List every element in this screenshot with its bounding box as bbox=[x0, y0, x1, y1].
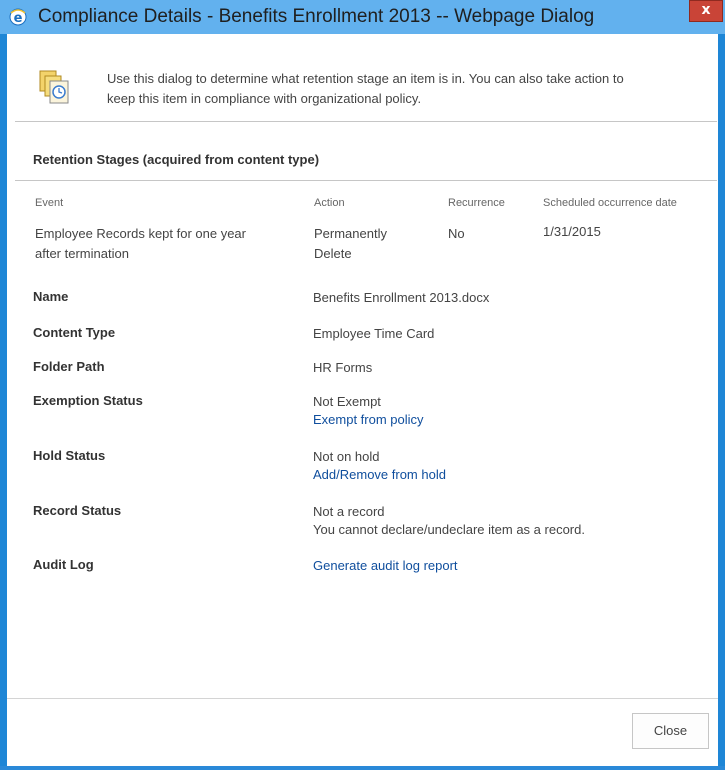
window-close-button[interactable]: x bbox=[689, 0, 723, 22]
record-status-note: You cannot declare/undeclare item as a r… bbox=[313, 522, 585, 537]
svg-text:e: e bbox=[14, 11, 23, 26]
date-cell: 1/31/2015 bbox=[541, 222, 603, 242]
window-bottom-edge bbox=[0, 766, 725, 770]
exemption-status-text: Not Exempt bbox=[313, 394, 381, 409]
record-status-text: Not a record bbox=[313, 504, 385, 519]
intro-line-2: keep this item in compliance with organi… bbox=[107, 91, 422, 106]
dialog-window: e Compliance Details - Benefits Enrollme… bbox=[0, 0, 725, 770]
column-header-recurrence: Recurrence bbox=[448, 197, 505, 209]
name-label: Name bbox=[33, 289, 69, 304]
exemption-status-value: Not Exempt Exempt from policy bbox=[313, 393, 424, 429]
window-title: Compliance Details - Benefits Enrollment… bbox=[38, 6, 595, 27]
audit-log-value: Generate audit log report bbox=[313, 557, 458, 575]
hold-status-text: Not on hold bbox=[313, 449, 380, 464]
event-line-1: Employee Records kept for one year bbox=[35, 226, 246, 241]
event-line-2: after termination bbox=[35, 246, 129, 261]
exemption-status-label: Exemption Status bbox=[33, 393, 143, 408]
title-bar[interactable]: e Compliance Details - Benefits Enrollme… bbox=[0, 0, 725, 34]
column-header-date: Scheduled occurrence date bbox=[543, 197, 677, 209]
column-header-action: Action bbox=[314, 197, 345, 209]
content-type-label: Content Type bbox=[33, 325, 116, 340]
column-header-event: Event bbox=[35, 197, 64, 209]
event-cell: Employee Records kept for one year after… bbox=[35, 224, 246, 264]
action-line-1: Permanently bbox=[314, 226, 387, 241]
action-cell: Permanently Delete bbox=[314, 224, 387, 264]
folder-path-label: Folder Path bbox=[33, 359, 105, 374]
internet-explorer-icon: e bbox=[9, 8, 27, 26]
add-remove-hold-link[interactable]: Add/Remove from hold bbox=[313, 466, 446, 484]
name-value: Benefits Enrollment 2013.docx bbox=[313, 290, 490, 305]
hold-status-value: Not on hold Add/Remove from hold bbox=[313, 448, 446, 484]
recurrence-cell: No bbox=[448, 226, 465, 241]
scheduled-date: 1/31/2015 bbox=[541, 224, 603, 239]
header-divider bbox=[15, 121, 717, 122]
dialog-body: Use this dialog to determine what retent… bbox=[7, 34, 718, 766]
content-type-value: Employee Time Card bbox=[313, 326, 435, 341]
intro-text: Use this dialog to determine what retent… bbox=[107, 69, 717, 109]
record-status-label: Record Status bbox=[33, 503, 122, 518]
generate-audit-log-link[interactable]: Generate audit log report bbox=[313, 557, 458, 575]
footer-divider bbox=[7, 698, 718, 699]
folder-path-value: HR Forms bbox=[313, 360, 373, 375]
retention-stages-title: Retention Stages (acquired from content … bbox=[33, 152, 320, 167]
close-button[interactable]: Close bbox=[632, 713, 709, 749]
record-status-value: Not a record You cannot declare/undeclar… bbox=[313, 503, 585, 539]
audit-log-label: Audit Log bbox=[33, 557, 94, 572]
intro-line-1: Use this dialog to determine what retent… bbox=[107, 71, 624, 86]
hold-status-label: Hold Status bbox=[33, 448, 106, 463]
action-line-2: Delete bbox=[314, 246, 352, 261]
document-clock-icon bbox=[39, 70, 69, 104]
exempt-from-policy-link[interactable]: Exempt from policy bbox=[313, 411, 424, 429]
retention-divider bbox=[15, 180, 717, 181]
